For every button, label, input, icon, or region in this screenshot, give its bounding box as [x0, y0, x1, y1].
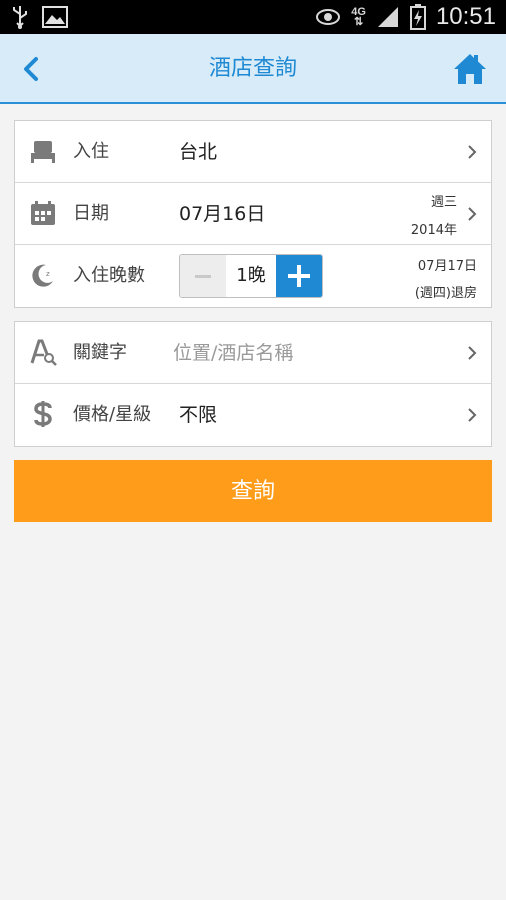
- moon-icon: z: [32, 264, 53, 287]
- dollar-icon: [34, 401, 52, 427]
- keyword-row[interactable]: 關鍵字 位置/酒店名稱: [15, 322, 491, 384]
- filter-card: 關鍵字 位置/酒店名稱 價格/星級 不限: [14, 321, 492, 447]
- bed-icon: [31, 141, 55, 163]
- keyword-search-icon: [30, 339, 57, 366]
- keyword-label: 關鍵字: [73, 342, 127, 363]
- checkin-year: 2014年: [410, 223, 457, 238]
- keyword-input[interactable]: 位置/酒店名稱: [173, 322, 293, 384]
- price-label: 價格/星級: [73, 404, 152, 425]
- clock: 10:51: [435, 3, 496, 30]
- checkin-date-value: 07月16日: [179, 203, 266, 225]
- checkout-note: (週四)退房: [414, 286, 477, 301]
- checkin-weekday: 週三: [430, 195, 457, 210]
- search-button[interactable]: 查詢: [14, 460, 492, 522]
- battery-charging-icon: [409, 4, 426, 30]
- increase-nights-button[interactable]: [276, 255, 322, 297]
- chevron-right-icon: [468, 346, 477, 360]
- svg-text:z: z: [46, 270, 50, 278]
- checkout-date: 07月17日: [417, 259, 477, 274]
- signal-icon: [377, 7, 398, 27]
- date-row[interactable]: 日期 07月16日 週三 2014年: [15, 183, 491, 245]
- chevron-right-icon: [468, 207, 477, 221]
- chevron-right-icon: [468, 145, 477, 159]
- eye-icon: [316, 9, 341, 25]
- checkin-city-value: 台北: [179, 141, 218, 163]
- booking-card: 入住 台北 日期 07月16日 週三 2014年 z 入住晚數 1晚 07月17…: [14, 120, 492, 308]
- nights-row: z 入住晚數 1晚 07月17日 (週四)退房: [15, 245, 491, 307]
- calendar-icon: [31, 201, 55, 225]
- checkin-city-row[interactable]: 入住 台北: [15, 121, 491, 183]
- nights-count: 1晚: [236, 265, 266, 286]
- status-bar: 4G ⇅ 10:51: [0, 0, 506, 34]
- checkin-label: 入住: [73, 141, 109, 162]
- image-icon: [42, 6, 68, 28]
- page-title: 酒店查詢: [208, 56, 297, 81]
- app-header: 酒店查詢: [0, 34, 506, 104]
- date-label: 日期: [73, 203, 109, 224]
- nights-label: 入住晚數: [73, 265, 145, 286]
- nights-stepper: 1晚: [179, 254, 323, 298]
- network-indicator: 4G ⇅: [351, 6, 366, 28]
- home-icon[interactable]: [452, 52, 488, 86]
- decrease-nights-button[interactable]: [180, 255, 226, 297]
- usb-icon: [13, 6, 27, 29]
- price-value: 不限: [179, 404, 218, 426]
- chevron-right-icon: [468, 408, 477, 422]
- price-star-row[interactable]: 價格/星級 不限: [15, 384, 491, 446]
